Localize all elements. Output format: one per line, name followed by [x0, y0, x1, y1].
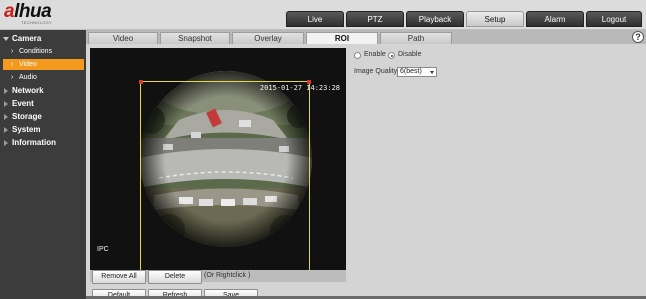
tab-path[interactable]: Path	[380, 32, 452, 44]
sidebar-item-video[interactable]: › Video	[3, 59, 84, 70]
sidebar-item-storage[interactable]: Storage	[0, 111, 86, 123]
dropdown-arrow-icon	[430, 71, 434, 74]
video-preview[interactable]: 2015-01-27 14:23:28 IPC	[90, 48, 346, 270]
content-panel: Video Snapshot Overlay ROI Path ? 2015-0…	[86, 30, 646, 299]
chevron-right-icon: ›	[11, 61, 14, 68]
enable-radio[interactable]	[354, 52, 361, 59]
help-icon[interactable]: ?	[632, 31, 644, 43]
image-quality-select[interactable]: 6(best)	[397, 67, 437, 77]
disable-label: Disable	[398, 51, 422, 58]
tab-roi[interactable]: ROI	[306, 32, 378, 44]
sidebar-item-camera[interactable]: Camera	[0, 33, 86, 45]
osd-channel-name: IPC	[97, 246, 109, 253]
expand-right-icon	[4, 114, 8, 120]
tab-ptz[interactable]: PTZ	[346, 11, 404, 27]
remove-all-button[interactable]: Remove All	[92, 270, 146, 284]
image-quality-label: Image Quality	[354, 68, 398, 75]
tab-snapshot[interactable]: Snapshot	[160, 32, 230, 44]
expand-right-icon	[4, 140, 8, 146]
expand-down-icon	[3, 37, 9, 41]
sidebar-item-system[interactable]: System	[0, 124, 86, 136]
delete-hint: (Or Rightclick )	[204, 272, 251, 279]
sub-tab-bar: Video Snapshot Overlay ROI Path ?	[86, 30, 646, 44]
expand-right-icon	[4, 88, 8, 94]
roi-region[interactable]	[139, 80, 311, 270]
sidebar-item-event[interactable]: Event	[0, 98, 86, 110]
sidebar-item-audio[interactable]: › Audio	[0, 72, 86, 83]
roi-handle[interactable]	[139, 80, 143, 84]
chevron-right-icon: ›	[11, 48, 14, 55]
delete-button[interactable]: Delete	[148, 270, 202, 284]
tab-live[interactable]: Live	[286, 11, 344, 27]
tab-overlay[interactable]: Overlay	[232, 32, 304, 44]
sidebar-item-conditions[interactable]: › Conditions	[0, 46, 86, 57]
sidebar: Camera › Conditions › Video › Audio Netw…	[0, 30, 86, 299]
tab-playback[interactable]: Playback	[406, 11, 464, 27]
brand-logo: alhua TECHNOLOGY	[4, 1, 53, 25]
roi-handle[interactable]	[307, 80, 311, 84]
tab-video[interactable]: Video	[88, 32, 158, 44]
chevron-right-icon: ›	[11, 74, 14, 81]
sidebar-item-network[interactable]: Network	[0, 85, 86, 97]
tab-alarm[interactable]: Alarm	[526, 11, 584, 27]
expand-right-icon	[4, 101, 8, 107]
tab-logout[interactable]: Logout	[586, 11, 642, 27]
tab-setup[interactable]: Setup	[466, 11, 524, 27]
sidebar-item-information[interactable]: Information	[0, 137, 86, 149]
top-bar: alhua TECHNOLOGY Live PTZ Playback Setup…	[0, 0, 646, 30]
expand-right-icon	[4, 127, 8, 133]
enable-label: Enable	[364, 51, 386, 58]
disable-radio[interactable]	[388, 52, 395, 59]
